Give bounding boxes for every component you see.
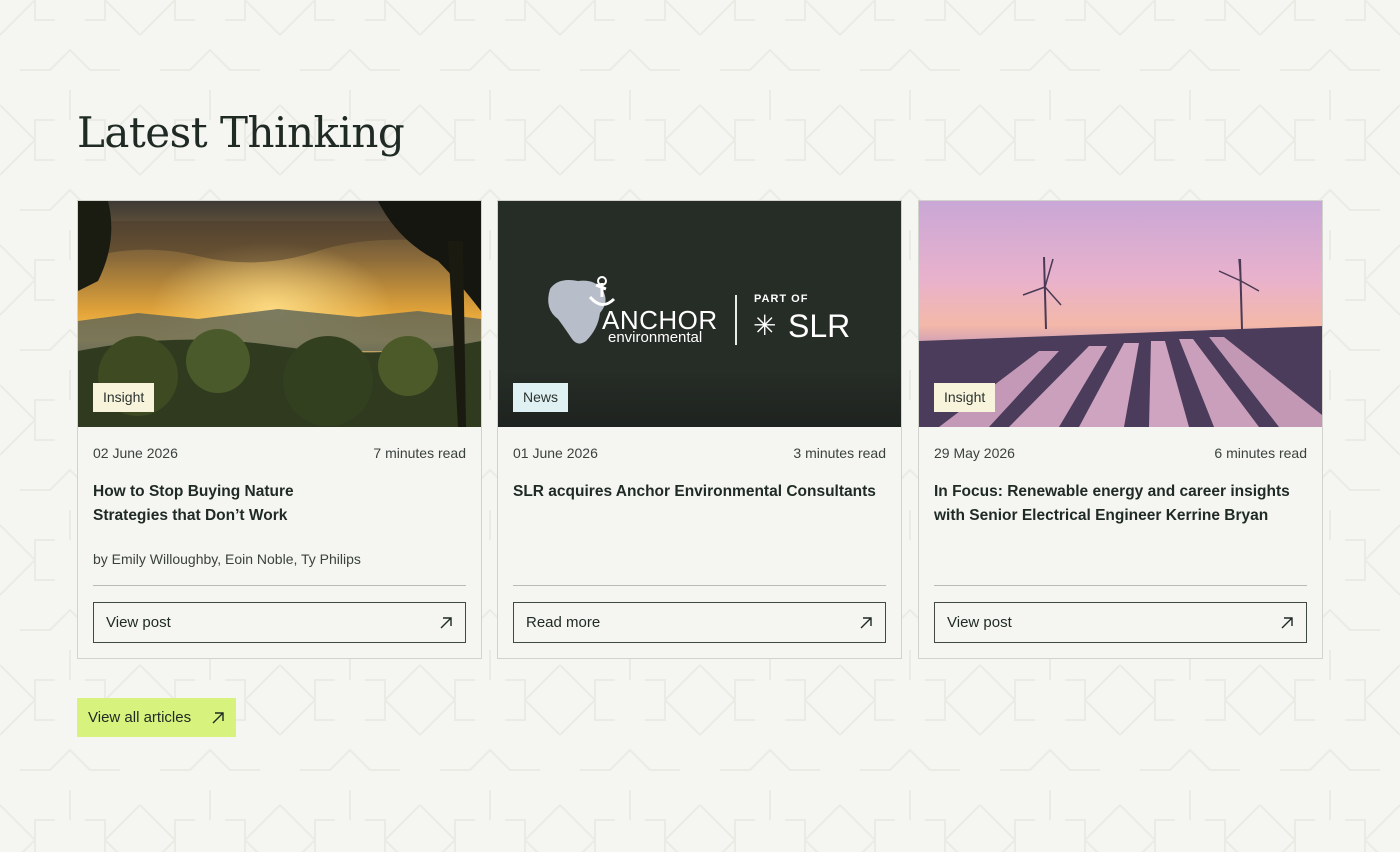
category-tag: Insight (93, 383, 155, 412)
section-title: Latest Thinking (77, 108, 405, 157)
publish-date: 01 June 2026 (513, 445, 598, 461)
card-headline[interactable]: SLR acquires Anchor Environmental Consul… (513, 480, 885, 504)
article-card[interactable]: Insight 29 May 2026 6 minutes read In Fo… (918, 200, 1323, 659)
arrow-up-right-icon (440, 616, 452, 628)
publish-date: 02 June 2026 (93, 445, 178, 461)
latest-thinking-section: Latest Thinking Insight 02 June 2026 7 m… (77, 0, 1323, 852)
card-meta: 29 May 2026 6 minutes read (934, 445, 1307, 461)
part-of-label: PART OF (754, 293, 809, 305)
publish-date: 29 May 2026 (934, 445, 1015, 461)
anchor-logo-subtext: environmental (608, 329, 703, 346)
card-divider (93, 585, 466, 586)
button-label: View all articles (88, 709, 192, 726)
card-authors: by Emily Willoughby, Eoin Noble, Ty Phil… (93, 551, 361, 567)
read-time: 6 minutes read (1214, 445, 1307, 461)
card-divider (513, 585, 886, 586)
card-image-sunset[interactable]: Insight (78, 201, 481, 427)
card-image-logo[interactable]: ANCHOR environmental PART OF ✳ SLR News (498, 201, 901, 427)
view-post-button[interactable]: View post (934, 602, 1307, 643)
card-image-turbines[interactable]: Insight (919, 201, 1322, 427)
read-more-button[interactable]: Read more (513, 602, 886, 643)
article-cards: Insight 02 June 2026 7 minutes read How … (77, 200, 1323, 659)
category-tag: Insight (934, 383, 996, 412)
card-divider (934, 585, 1307, 586)
arrow-up-right-icon (1281, 616, 1293, 628)
card-headline[interactable]: How to Stop Buying Nature Strategies tha… (93, 480, 343, 528)
card-headline[interactable]: In Focus: Renewable energy and career in… (934, 480, 1306, 528)
article-card[interactable]: Insight 02 June 2026 7 minutes read How … (77, 200, 482, 659)
category-tag: News (513, 383, 569, 412)
article-card[interactable]: ANCHOR environmental PART OF ✳ SLR News … (497, 200, 902, 659)
view-all-articles-button[interactable]: View all articles (77, 698, 236, 737)
button-label: View post (106, 614, 171, 631)
read-time: 7 minutes read (373, 445, 466, 461)
slr-logo-text: SLR (788, 308, 851, 344)
button-label: View post (947, 614, 1012, 631)
view-post-button[interactable]: View post (93, 602, 466, 643)
card-meta: 01 June 2026 3 minutes read (513, 445, 886, 461)
read-time: 3 minutes read (793, 445, 886, 461)
card-meta: 02 June 2026 7 minutes read (93, 445, 466, 461)
arrow-up-right-icon (860, 616, 872, 628)
slr-asterisk-icon: ✳ (753, 310, 777, 341)
button-label: Read more (526, 614, 601, 631)
arrow-up-right-icon (212, 711, 224, 723)
